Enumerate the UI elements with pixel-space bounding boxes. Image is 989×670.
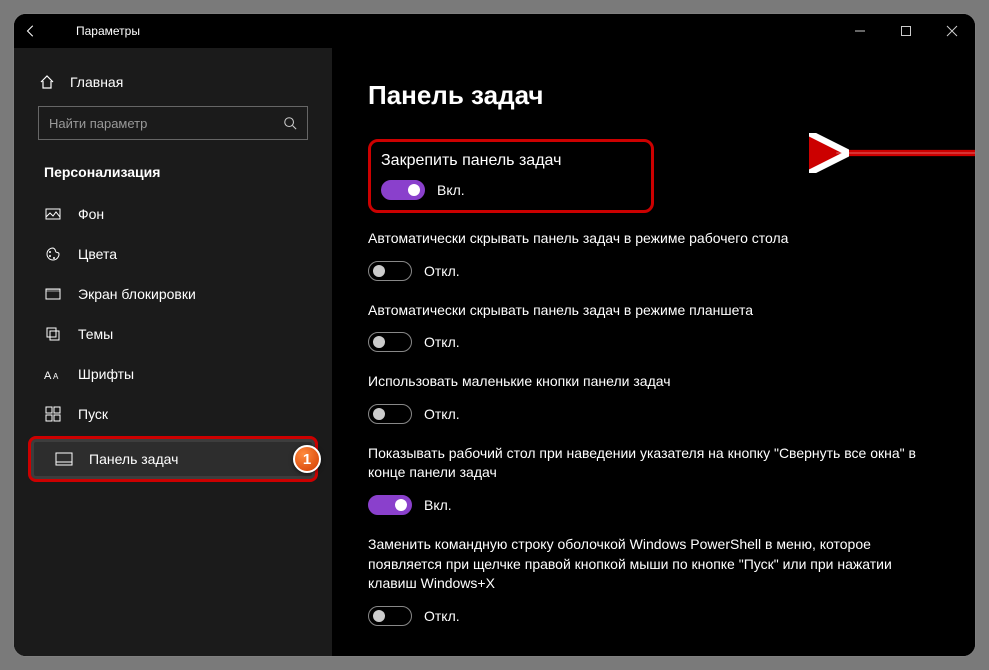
toggle-autohide-tablet[interactable] xyxy=(368,332,412,352)
settings-window: Параметры Главная xyxy=(14,14,975,656)
annotation-arrow xyxy=(809,133,975,173)
toggle-peek-desktop[interactable] xyxy=(368,495,412,515)
sidebar-item-lockscreen[interactable]: Экран блокировки xyxy=(20,274,326,314)
home-label: Главная xyxy=(70,74,123,90)
search-input[interactable] xyxy=(49,116,283,131)
sidebar-item-label: Фон xyxy=(78,206,104,222)
toggle-state: Вкл. xyxy=(424,497,452,513)
sidebar-item-label: Пуск xyxy=(78,406,108,422)
annotation-badge-1: 1 xyxy=(293,445,321,473)
home-link[interactable]: Главная xyxy=(20,66,326,106)
toggle-state: Откл. xyxy=(424,263,460,279)
sidebar-item-themes[interactable]: Темы xyxy=(20,314,326,354)
toggle-autohide-desktop[interactable] xyxy=(368,261,412,281)
toggle-state: Откл. xyxy=(424,334,460,350)
image-icon xyxy=(44,206,62,222)
page-title: Панель задач xyxy=(368,80,975,111)
nav-list: Фон Цвета Экран блокировки xyxy=(20,194,326,484)
toggle-state: Вкл. xyxy=(437,182,465,198)
maximize-button[interactable] xyxy=(883,14,929,48)
setting-label: Использовать маленькие кнопки панели зад… xyxy=(368,372,928,392)
close-button[interactable] xyxy=(929,14,975,48)
titlebar: Параметры xyxy=(14,14,975,48)
back-button[interactable] xyxy=(14,14,48,48)
sidebar-item-label: Шрифты xyxy=(78,366,134,382)
sidebar-item-background[interactable]: Фон xyxy=(20,194,326,234)
sidebar-item-label: Экран блокировки xyxy=(78,286,196,302)
main-content: Панель задач Закрепить панель задач Вкл.… xyxy=(332,48,975,656)
toggle-state: Откл. xyxy=(424,608,460,624)
taskbar-icon xyxy=(55,452,73,466)
sidebar-item-label: Цвета xyxy=(78,246,117,262)
setting-autohide-desktop: Автоматически скрывать панель задач в ре… xyxy=(368,229,928,281)
setting-lock-taskbar-highlight: Закрепить панель задач Вкл. xyxy=(368,139,654,213)
themes-icon xyxy=(44,326,62,342)
toggle-powershell[interactable] xyxy=(368,606,412,626)
setting-label: Показывать рабочий стол при наведении ук… xyxy=(368,444,928,483)
start-icon xyxy=(44,406,62,422)
setting-autohide-tablet: Автоматически скрывать панель задач в ре… xyxy=(368,301,928,353)
setting-label: Автоматически скрывать панель задач в ре… xyxy=(368,301,928,321)
toggle-state: Откл. xyxy=(424,406,460,422)
lockscreen-icon xyxy=(44,286,62,302)
window-title: Параметры xyxy=(76,24,140,38)
sidebar-item-label: Темы xyxy=(78,326,113,342)
sidebar-item-taskbar[interactable]: Панель задач 1 xyxy=(28,436,318,482)
setting-label: Автоматически скрывать панель задач в ре… xyxy=(368,229,928,249)
sidebar-item-fonts[interactable]: AA Шрифты xyxy=(20,354,326,394)
sidebar-item-colors[interactable]: Цвета xyxy=(20,234,326,274)
search-icon xyxy=(283,116,297,130)
toggle-lock-taskbar[interactable] xyxy=(381,180,425,200)
palette-icon xyxy=(44,246,62,262)
svg-text:A: A xyxy=(53,372,59,381)
setting-label: Закрепить панель задач xyxy=(381,152,561,170)
section-header: Персонализация xyxy=(20,158,326,194)
sidebar: Главная Персонализация Фон xyxy=(14,48,332,656)
setting-powershell: Заменить командную строку оболочкой Wind… xyxy=(368,535,928,626)
sidebar-item-start[interactable]: Пуск xyxy=(20,394,326,434)
setting-small-buttons: Использовать маленькие кнопки панели зад… xyxy=(368,372,928,424)
setting-peek-desktop: Показывать рабочий стол при наведении ук… xyxy=(368,444,928,515)
toggle-small-buttons[interactable] xyxy=(368,404,412,424)
search-box[interactable] xyxy=(38,106,308,140)
sidebar-item-label: Панель задач xyxy=(89,451,178,467)
fonts-icon: AA xyxy=(44,367,62,381)
minimize-button[interactable] xyxy=(837,14,883,48)
setting-label: Заменить командную строку оболочкой Wind… xyxy=(368,535,928,594)
home-icon xyxy=(38,74,56,90)
svg-text:A: A xyxy=(44,370,52,381)
